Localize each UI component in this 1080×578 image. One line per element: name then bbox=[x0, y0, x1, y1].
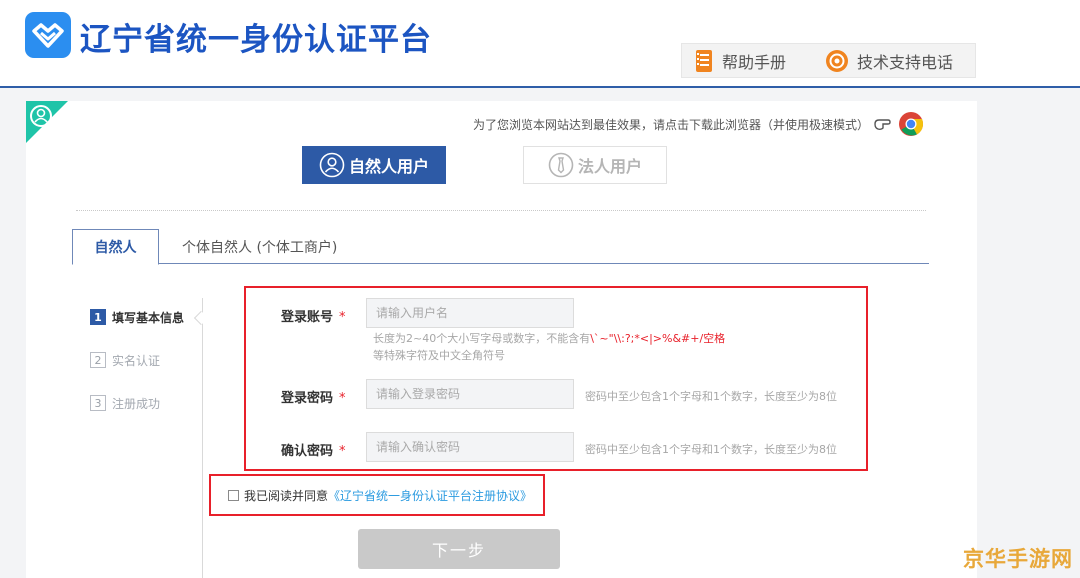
registration-card: 为了您浏览本网站达到最佳效果，请点击下载此浏览器（并使用极速模式） 自然人用户 … bbox=[26, 101, 977, 578]
registration-steps: 1 填写基本信息 2 实名认证 3 注册成功 bbox=[90, 306, 202, 435]
step-number: 2 bbox=[90, 352, 106, 368]
help-manual-label: 帮助手册 bbox=[722, 53, 787, 72]
legal-user-button[interactable]: 法人用户 bbox=[523, 146, 667, 184]
step-success: 3 注册成功 bbox=[90, 392, 202, 414]
user-corner-icon bbox=[26, 101, 68, 143]
support-phone-icon bbox=[826, 50, 848, 72]
person-icon bbox=[319, 152, 345, 178]
tech-support-label: 技术支持电话 bbox=[857, 53, 954, 72]
natural-user-label: 自然人用户 bbox=[348, 157, 429, 176]
step-label: 实名认证 bbox=[112, 353, 161, 368]
logo-icon bbox=[25, 12, 71, 58]
step-basic-info: 1 填写基本信息 bbox=[90, 306, 202, 328]
password-label: 登录密码 * bbox=[281, 391, 346, 406]
agreement-link[interactable]: 《辽宁省统一身份认证平台注册协议》 bbox=[328, 487, 532, 504]
site-title: 辽宁省统一身份认证平台 bbox=[80, 22, 432, 58]
browser-tip-text: 为了您浏览本网站达到最佳效果，请点击下载此浏览器（并使用极速模式） bbox=[472, 118, 869, 132]
account-input[interactable] bbox=[366, 298, 574, 328]
tab-individual-business[interactable]: 个体自然人 (个体工商户) bbox=[182, 229, 337, 265]
legal-user-label: 法人用户 bbox=[577, 157, 642, 176]
step-number: 1 bbox=[90, 309, 106, 325]
help-manual-link[interactable]: 帮助手册 bbox=[694, 49, 786, 73]
step-number: 3 bbox=[90, 395, 106, 411]
manual-icon bbox=[696, 50, 712, 72]
confirm-password-hint: 密码中至少包含1个字母和1个数字，长度至少为8位 bbox=[585, 443, 837, 456]
account-hint-line2: 等特殊字符及中文全角符号 bbox=[373, 349, 505, 362]
tech-support-link[interactable]: 技术支持电话 bbox=[825, 49, 953, 73]
account-hint: 长度为2~40个大小写字母或数字，不能含有\`~"\\:?;*<|>%&#+/空… bbox=[373, 332, 726, 345]
required-mark: * bbox=[339, 310, 346, 325]
step-label: 注册成功 bbox=[112, 396, 161, 411]
step-real-name: 2 实名认证 bbox=[90, 349, 202, 371]
agreement-text: 我已阅读并同意 bbox=[244, 489, 329, 503]
user-type-tabs: 自然人 个体自然人 (个体工商户) bbox=[72, 229, 929, 265]
pointing-hand-icon bbox=[874, 119, 891, 131]
required-mark: * bbox=[339, 391, 346, 406]
agreement-checkbox[interactable] bbox=[228, 490, 239, 501]
help-bar: 帮助手册 技术支持电话 bbox=[681, 43, 976, 78]
confirm-password-input[interactable] bbox=[366, 432, 574, 462]
required-mark: * bbox=[339, 444, 346, 459]
agreement-row: 我已阅读并同意 《辽宁省统一身份认证平台注册协议》 bbox=[228, 487, 532, 504]
account-label: 登录账号 * bbox=[281, 310, 346, 325]
page-header: 辽宁省统一身份认证平台 帮助手册 技术支持电话 bbox=[0, 0, 1080, 88]
next-step-button[interactable]: 下一步 bbox=[358, 529, 560, 569]
tab-natural-person[interactable]: 自然人 bbox=[72, 229, 159, 265]
natural-user-button[interactable]: 自然人用户 bbox=[302, 146, 446, 184]
password-input[interactable] bbox=[366, 379, 574, 409]
password-hint: 密码中至少包含1个字母和1个数字，长度至少为8位 bbox=[585, 390, 837, 403]
section-divider bbox=[76, 210, 926, 211]
steps-divider bbox=[202, 298, 203, 578]
watermark: 京华手游网 bbox=[963, 547, 1073, 571]
step-label: 填写基本信息 bbox=[112, 310, 185, 325]
confirm-password-label: 确认密码 * bbox=[281, 444, 346, 459]
tie-person-icon bbox=[548, 152, 574, 178]
chrome-browser-icon[interactable] bbox=[898, 111, 924, 137]
